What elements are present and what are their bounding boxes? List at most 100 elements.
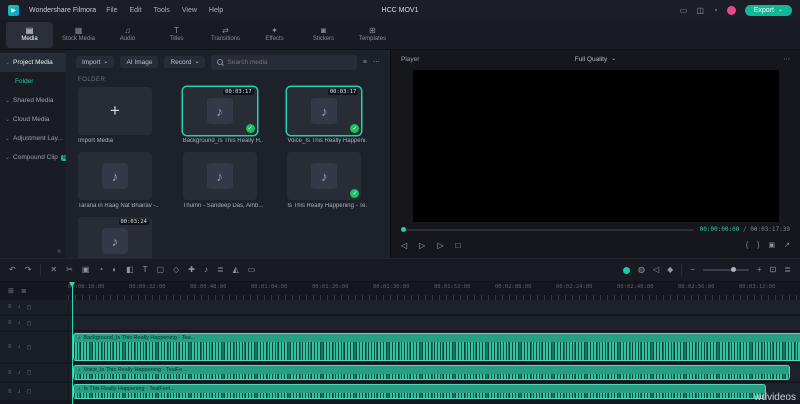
track-header[interactable]: ≡ ♪ ◻ [0, 332, 68, 362]
track-mute-icon[interactable]: ♪ [18, 389, 21, 395]
track-mute-icon[interactable]: ♪ [18, 370, 21, 376]
mark-out-icon[interactable]: } [757, 242, 759, 249]
audio-clip[interactable]: ♪ Is This Really Happening - TealFeel... [73, 384, 766, 399]
track-lock-icon[interactable]: ◻ [27, 304, 32, 311]
dual-display-icon[interactable]: ▭ [680, 6, 688, 15]
keyframe-icon[interactable]: ◇ [173, 266, 179, 274]
track-mute-icon[interactable]: ♪ [18, 304, 21, 310]
color-icon[interactable]: ◐ [112, 266, 117, 274]
ai-image-button[interactable]: AI Image [120, 56, 159, 68]
track-options-icon[interactable]: ≡ [8, 389, 12, 395]
track-options-icon[interactable]: ≡ [8, 320, 12, 326]
voiceover-icon[interactable]: ♪ [204, 266, 208, 274]
track-lock-icon[interactable]: ◻ [27, 369, 32, 376]
tab-stickers[interactable]: ◙ Stickers [300, 22, 347, 48]
redo-icon[interactable]: ↷ [25, 266, 32, 274]
track-header[interactable]: ≡ ♪ ◻ [0, 316, 68, 330]
speed-icon[interactable]: ◔ [98, 266, 103, 274]
undo-icon[interactable]: ↶ [9, 266, 16, 274]
sidebar-item-compound-clip[interactable]: ⌄ Compound Clip NEW [0, 148, 66, 167]
track-list-icon[interactable]: ≣ [21, 287, 27, 295]
mask-icon[interactable]: ◭ [233, 266, 239, 274]
zoom-slider-handle[interactable] [730, 267, 736, 272]
menu-file[interactable]: File [106, 7, 117, 14]
tab-templates[interactable]: ⊞ Templates [349, 22, 396, 48]
audio-clip[interactable]: ♪ Voice_Is This Really Happening - TealF… [73, 365, 790, 380]
filter-icon[interactable]: ≡ [363, 59, 367, 66]
stop-button[interactable]: □ [455, 241, 460, 250]
timeline-lane[interactable]: ♪ Background_Is This Really Happening - … [69, 332, 800, 362]
manage-tracks-icon[interactable]: ⊞ [8, 287, 14, 295]
sidebar-item-cloud-media[interactable]: ⌄ Cloud Media [0, 110, 66, 129]
media-thumbnail[interactable]: ♪ [78, 152, 152, 200]
audio-mixer-icon[interactable]: ≣ [217, 266, 224, 274]
playhead[interactable] [69, 282, 75, 404]
split-icon[interactable]: ✂ [66, 266, 73, 274]
import-button[interactable]: Import ⌄ [76, 56, 115, 68]
track-header[interactable]: ≡ ♪ ◻ [0, 364, 68, 381]
render-preview-toggle[interactable] [622, 266, 630, 274]
keyframe-add-icon[interactable]: ◆ [667, 266, 673, 274]
layout-icon[interactable]: ◫ [696, 6, 704, 15]
media-thumbnail[interactable]: ♪ ✓ [287, 152, 362, 200]
menu-view[interactable]: View [182, 7, 197, 14]
export-button[interactable]: Export ⌄ [744, 4, 792, 16]
menu-edit[interactable]: Edit [129, 7, 141, 14]
crop-icon[interactable]: ▣ [82, 266, 90, 274]
track-options-icon[interactable]: ≡ [8, 370, 12, 376]
track-options-icon[interactable]: ≡ [8, 304, 12, 310]
screen-record-icon[interactable]: ▭ [248, 266, 256, 274]
sidebar-item-folder[interactable]: Folder [0, 72, 66, 91]
track-lock-icon[interactable]: ◻ [27, 388, 32, 395]
track-options-icon[interactable]: ≡ [8, 344, 12, 350]
import-media-tile[interactable]: + [78, 87, 152, 135]
timeline-lane[interactable] [69, 316, 800, 330]
seek-bar[interactable] [401, 226, 694, 232]
more-options-icon[interactable]: ⋯ [373, 58, 380, 66]
sidebar-item-adjustment-layer[interactable]: ⌄ Adjustment Lay... [0, 129, 66, 148]
media-thumbnail[interactable]: ♪ 00:03:24 [78, 217, 152, 258]
media-thumbnail[interactable]: ♪ 00:03:17 ✓ [287, 87, 362, 135]
previous-frame-button[interactable]: ◁ [401, 241, 407, 250]
zoom-in-icon[interactable]: + [757, 266, 762, 274]
collapse-sidebar-icon[interactable]: « [57, 248, 61, 255]
timeline-zoom-slider[interactable] [702, 267, 749, 272]
timeline-lane[interactable]: ♪ Is This Really Happening - TealFeel... [69, 383, 800, 400]
track-mute-icon[interactable]: ♪ [18, 320, 21, 326]
quality-dropdown[interactable]: Full Quality ⌄ [575, 56, 617, 63]
timeline-ruler[interactable]: 00:00:16:00 00:00:32:00 00:00:48:00 00:0… [68, 282, 800, 300]
video-preview[interactable] [413, 70, 779, 222]
snapshot-icon[interactable]: ▣ [769, 241, 776, 249]
menu-tools[interactable]: Tools [154, 7, 170, 14]
delete-icon[interactable]: ✕ [50, 266, 57, 274]
tab-audio[interactable]: ♫ Audio [104, 22, 151, 48]
track-header[interactable]: ≡ ♪ ◻ [0, 383, 68, 400]
transform-icon[interactable]: ▢ [157, 266, 165, 274]
tab-titles[interactable]: T Titles [153, 22, 200, 48]
track-lock-icon[interactable]: ◻ [27, 344, 32, 351]
media-thumbnail[interactable]: ♪ 00:03:17 ✓ [182, 87, 257, 135]
tab-media[interactable]: ▤ Media [6, 21, 53, 48]
audio-clip[interactable]: ♪ Background_Is This Really Happening - … [73, 333, 800, 361]
sidebar-item-project-media[interactable]: ⌄ Project Media [0, 53, 66, 72]
tab-stock-media[interactable]: ▦ Stock Media [55, 22, 102, 48]
track-view-icon[interactable]: ≣ [784, 266, 791, 274]
chroma-key-icon[interactable]: ◧ [126, 266, 134, 274]
search-input[interactable] [227, 58, 351, 66]
timeline-lane[interactable]: ♪ Voice_Is This Really Happening - TealF… [69, 364, 800, 381]
seek-handle[interactable] [401, 226, 406, 232]
track-mute-icon[interactable]: ♪ [18, 344, 21, 350]
mark-in-icon[interactable]: { [746, 242, 748, 249]
marker-icon[interactable]: ✚ [188, 266, 195, 274]
sidebar-item-shared-media[interactable]: ⌄ Shared Media [0, 91, 66, 110]
mic-icon[interactable]: ◍ [638, 266, 645, 274]
tab-transitions[interactable]: ⇄ Transitions [202, 22, 249, 48]
speaker-icon[interactable]: ◁ [653, 266, 659, 274]
track-lock-icon[interactable]: ◻ [27, 320, 32, 327]
media-thumbnail[interactable]: ♪ [182, 152, 257, 200]
fit-timeline-icon[interactable]: ⊡ [770, 266, 777, 274]
text-tool-icon[interactable]: T [143, 266, 148, 274]
track-header[interactable]: ≡ ♪ ◻ [0, 300, 68, 314]
fullscreen-icon[interactable]: ↗ [784, 241, 790, 249]
zoom-out-icon[interactable]: − [690, 266, 695, 274]
